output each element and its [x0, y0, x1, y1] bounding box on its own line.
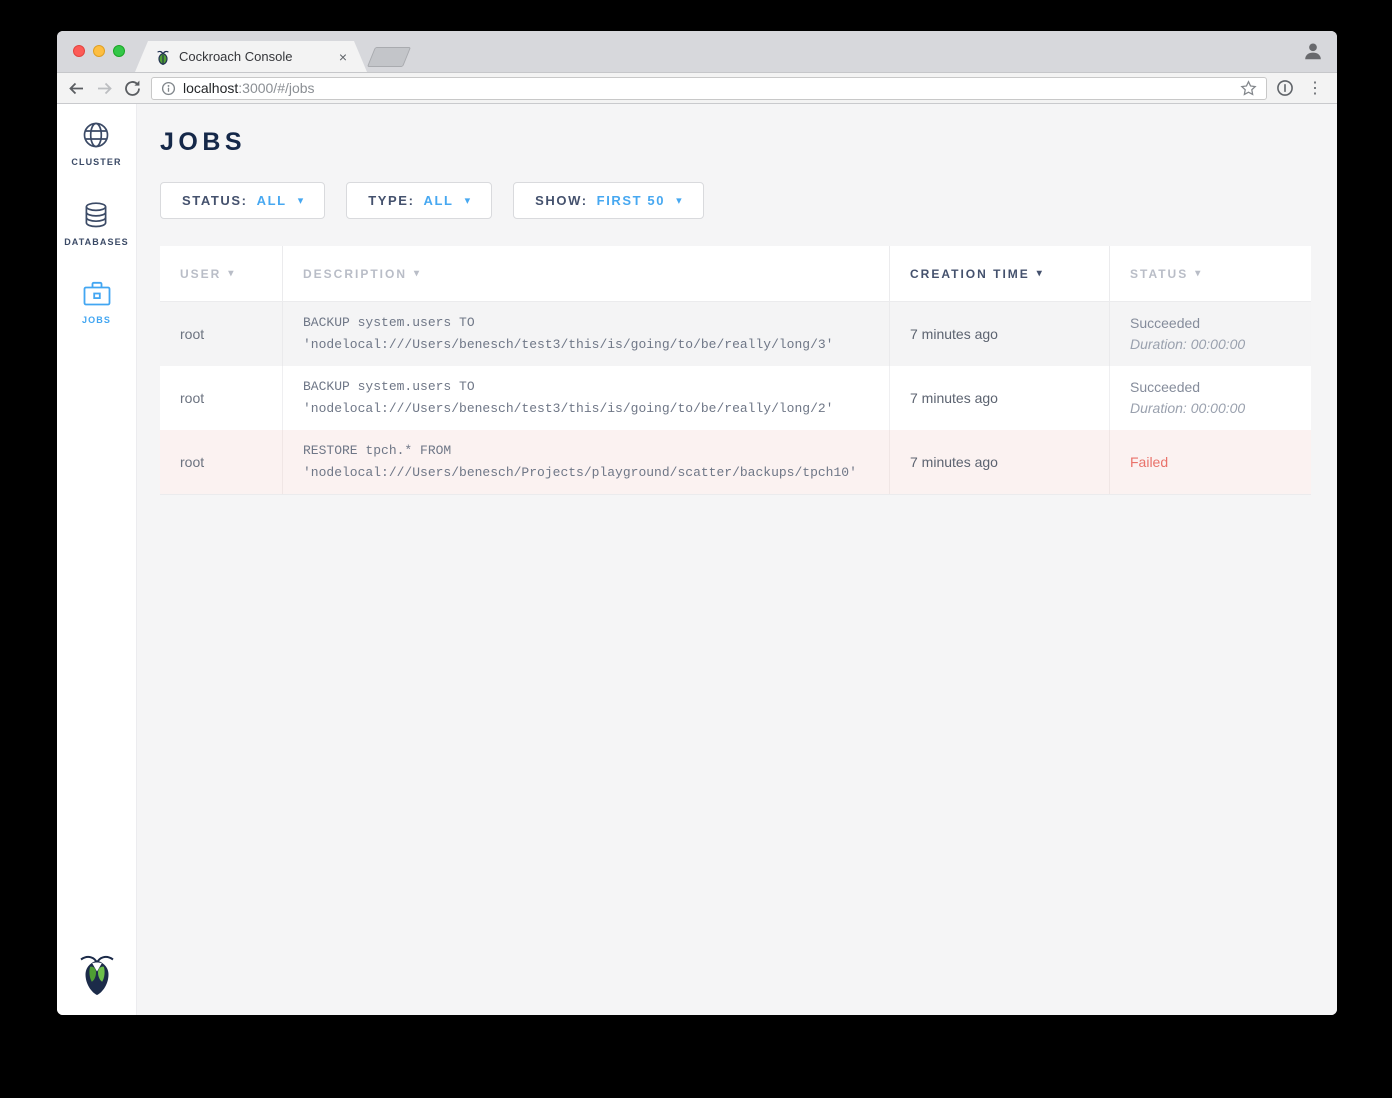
table-row: root BACKUP system.users TO 'nodelocal:/… — [160, 302, 1311, 366]
minimize-window-button[interactable] — [93, 45, 105, 57]
job-creation-time: 7 minutes ago — [910, 326, 1089, 342]
extension-icon[interactable] — [1276, 79, 1294, 97]
sort-caret-icon: ▾ — [1195, 268, 1200, 279]
job-duration: Duration: 00:00:00 — [1130, 334, 1291, 355]
job-status: Failed — [1130, 452, 1291, 473]
filter-value: FIRST 50 — [597, 193, 665, 208]
column-header-status[interactable]: STATUS ▾ — [1110, 246, 1311, 302]
column-label: CREATION TIME — [910, 267, 1030, 281]
page-title: JOBS — [160, 128, 1311, 157]
cockroach-logo — [78, 951, 116, 997]
url-path: :3000/#/jobs — [238, 80, 314, 96]
job-description: RESTORE tpch.* FROM 'nodelocal:///Users/… — [303, 440, 869, 484]
job-description: BACKUP system.users TO 'nodelocal:///Use… — [303, 312, 869, 356]
filters-row: STATUS: ALL ▾ TYPE: ALL ▾ SHOW: FIRST 50… — [160, 182, 1311, 219]
chevron-down-icon: ▾ — [676, 194, 682, 207]
filter-label: STATUS: — [182, 193, 248, 208]
traffic-lights — [73, 45, 125, 57]
sidebar: CLUSTER DATABASES JOBS — [57, 104, 137, 1015]
show-filter-dropdown[interactable]: SHOW: FIRST 50 ▾ — [513, 182, 704, 219]
sidebar-item-label: CLUSTER — [71, 157, 121, 167]
browser-menu-icon[interactable]: ⋮ — [1303, 78, 1327, 98]
table-row: root RESTORE tpch.* FROM 'nodelocal:///U… — [160, 430, 1311, 494]
table-row: root BACKUP system.users TO 'nodelocal:/… — [160, 366, 1311, 430]
filter-label: SHOW: — [535, 193, 588, 208]
job-description: BACKUP system.users TO 'nodelocal:///Use… — [303, 376, 869, 420]
column-header-user[interactable]: USER ▾ — [160, 246, 283, 302]
job-user: root — [180, 326, 262, 342]
status-filter-dropdown[interactable]: STATUS: ALL ▾ — [160, 182, 325, 219]
page-info-icon[interactable] — [161, 81, 176, 96]
filter-value: ALL — [424, 193, 454, 208]
cockroach-favicon-icon — [155, 49, 171, 65]
column-header-creation-time[interactable]: CREATION TIME ▾ — [890, 246, 1110, 302]
database-icon — [81, 200, 111, 230]
chevron-down-icon: ▾ — [465, 194, 471, 207]
job-duration: Duration: 00:00:00 — [1130, 398, 1291, 419]
jobs-page: JOBS STATUS: ALL ▾ TYPE: ALL ▾ SHOW: FIR… — [137, 104, 1337, 1015]
table-header-row: USER ▾ DESCRIPTION ▾ CREATION TIME ▾ STA… — [160, 246, 1311, 302]
browser-toolbar: localhost:3000/#/jobs ⋮ — [57, 72, 1337, 104]
chevron-down-icon: ▾ — [298, 194, 304, 207]
url-text: localhost:3000/#/jobs — [183, 80, 315, 96]
job-creation-time: 7 minutes ago — [910, 390, 1089, 406]
back-icon[interactable] — [67, 79, 86, 98]
type-filter-dropdown[interactable]: TYPE: ALL ▾ — [346, 182, 492, 219]
sidebar-item-label: JOBS — [82, 315, 111, 325]
column-label: DESCRIPTION — [303, 267, 407, 281]
sort-caret-icon: ▾ — [414, 268, 419, 279]
browser-profile-icon[interactable] — [1302, 40, 1324, 62]
column-label: STATUS — [1130, 267, 1188, 281]
refresh-icon[interactable] — [123, 79, 142, 98]
tab-title: Cockroach Console — [179, 49, 331, 64]
job-status: Succeeded — [1130, 313, 1291, 334]
address-bar[interactable]: localhost:3000/#/jobs — [151, 77, 1267, 100]
close-window-button[interactable] — [73, 45, 85, 57]
browser-tab[interactable]: Cockroach Console × — [135, 41, 367, 72]
tab-close-icon[interactable]: × — [339, 50, 347, 64]
briefcase-icon — [82, 280, 112, 308]
bookmark-star-icon[interactable] — [1240, 80, 1257, 97]
job-user: root — [180, 454, 262, 470]
zoom-window-button[interactable] — [113, 45, 125, 57]
globe-icon — [81, 120, 111, 150]
new-tab-button[interactable] — [367, 47, 411, 67]
browser-tab-bar: Cockroach Console × — [57, 31, 1337, 72]
job-status: Succeeded — [1130, 377, 1291, 398]
browser-window: Cockroach Console × localhost:3000/#/j — [57, 31, 1337, 1015]
forward-icon[interactable] — [95, 79, 114, 98]
jobs-table: USER ▾ DESCRIPTION ▾ CREATION TIME ▾ STA… — [160, 246, 1311, 495]
url-host: localhost — [183, 80, 238, 96]
sidebar-item-databases[interactable]: DATABASES — [64, 200, 129, 247]
job-creation-time: 7 minutes ago — [910, 454, 1089, 470]
filter-label: TYPE: — [368, 193, 414, 208]
column-header-description[interactable]: DESCRIPTION ▾ — [283, 246, 890, 302]
sidebar-item-label: DATABASES — [64, 237, 129, 247]
filter-value: ALL — [257, 193, 287, 208]
column-label: USER — [180, 267, 221, 281]
job-user: root — [180, 390, 262, 406]
sort-caret-icon: ▾ — [1037, 268, 1042, 279]
sidebar-item-jobs[interactable]: JOBS — [82, 280, 112, 325]
sidebar-item-cluster[interactable]: CLUSTER — [71, 120, 121, 167]
app-body: CLUSTER DATABASES JOBS — [57, 104, 1337, 1015]
sort-caret-icon: ▾ — [228, 268, 233, 279]
